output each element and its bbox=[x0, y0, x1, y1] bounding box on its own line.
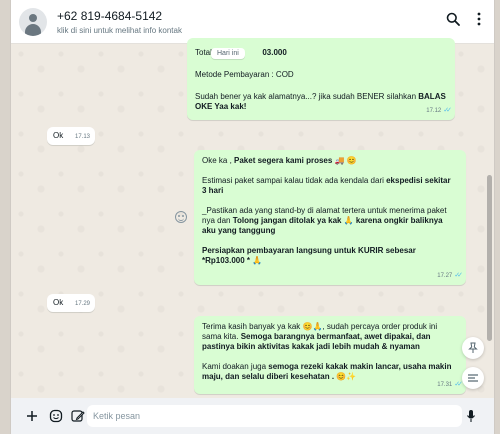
message-meta: 17.31 ✓✓ bbox=[437, 380, 463, 390]
search-icon[interactable] bbox=[446, 12, 460, 26]
message-payment-note: Persiapkan pembayaran langsung untuk KUR… bbox=[202, 246, 416, 265]
contact-subtitle[interactable]: klik di sini untuk melihat info kontak bbox=[57, 26, 182, 35]
message-meta: 17.27 ✓✓ bbox=[437, 271, 463, 281]
message-bubble-thank-you[interactable]: Terima kasih banyak ya kak 😊🙏, sudah per… bbox=[194, 316, 466, 394]
message-input[interactable] bbox=[87, 405, 462, 427]
message-thanks: Terima kasih banyak ya kak 😊🙏, sudah per… bbox=[202, 322, 438, 351]
message-field[interactable] bbox=[87, 405, 462, 427]
message-time: 17.13 bbox=[74, 134, 90, 140]
message-text: Ok bbox=[53, 298, 64, 307]
read-receipt-icon: ✓✓ bbox=[454, 272, 463, 279]
date-pill: Hari ini bbox=[211, 48, 245, 59]
message-processing-line: Oke ka , Paket segera kami proses 🚚 😊 bbox=[202, 156, 357, 165]
composer-bar bbox=[11, 398, 494, 434]
plus-icon[interactable] bbox=[23, 407, 41, 425]
read-receipt-icon: ✓✓ bbox=[454, 381, 463, 388]
message-time: 17.12 bbox=[426, 108, 442, 114]
reaction-emoji-icon[interactable] bbox=[175, 211, 187, 223]
summary-icon[interactable] bbox=[462, 367, 484, 389]
chat-scrollbar[interactable] bbox=[487, 175, 492, 341]
contact-info[interactable]: +62 819-4684-5142 klik di sini untuk mel… bbox=[57, 9, 182, 35]
menu-icon[interactable] bbox=[476, 12, 482, 26]
message-prayer: Kami doakan juga semoga rezeki kakak mak… bbox=[202, 362, 452, 381]
message-standby-note: _Pastikan ada yang stand-by di alamat te… bbox=[202, 206, 447, 235]
message-time: 17.27 bbox=[437, 273, 453, 279]
message-payment-method: Metode Pembayaran : COD bbox=[195, 70, 294, 79]
contact-name[interactable]: +62 819-4684-5142 bbox=[57, 9, 182, 23]
pencil-icon[interactable] bbox=[69, 407, 87, 425]
message-bubble-ok-2[interactable]: Ok 17.29 bbox=[47, 294, 95, 312]
avatar[interactable] bbox=[19, 7, 47, 36]
message-bubble-processing[interactable]: Oke ka , Paket segera kami proses 🚚 😊 Es… bbox=[194, 150, 466, 285]
chat-window: +62 819-4684-5142 klik di sini untuk mel… bbox=[10, 0, 495, 434]
message-estimate: Estimasi paket sampai kalau tidak ada ke… bbox=[202, 176, 451, 195]
message-text: Ok bbox=[53, 131, 64, 140]
message-bubble-ok-1[interactable]: Ok 17.13 bbox=[47, 127, 95, 145]
pin-icon[interactable] bbox=[462, 337, 484, 359]
message-time: 17.31 bbox=[437, 382, 453, 388]
sticker-icon[interactable] bbox=[47, 407, 65, 425]
message-time: 17.29 bbox=[74, 301, 90, 307]
read-receipt-icon: ✓✓ bbox=[443, 107, 452, 114]
message-meta: 17.12 ✓✓ bbox=[426, 106, 452, 116]
mic-icon[interactable] bbox=[462, 407, 480, 425]
message-confirm-address: Sudah bener ya kak alamatnya...? jika su… bbox=[195, 92, 446, 111]
